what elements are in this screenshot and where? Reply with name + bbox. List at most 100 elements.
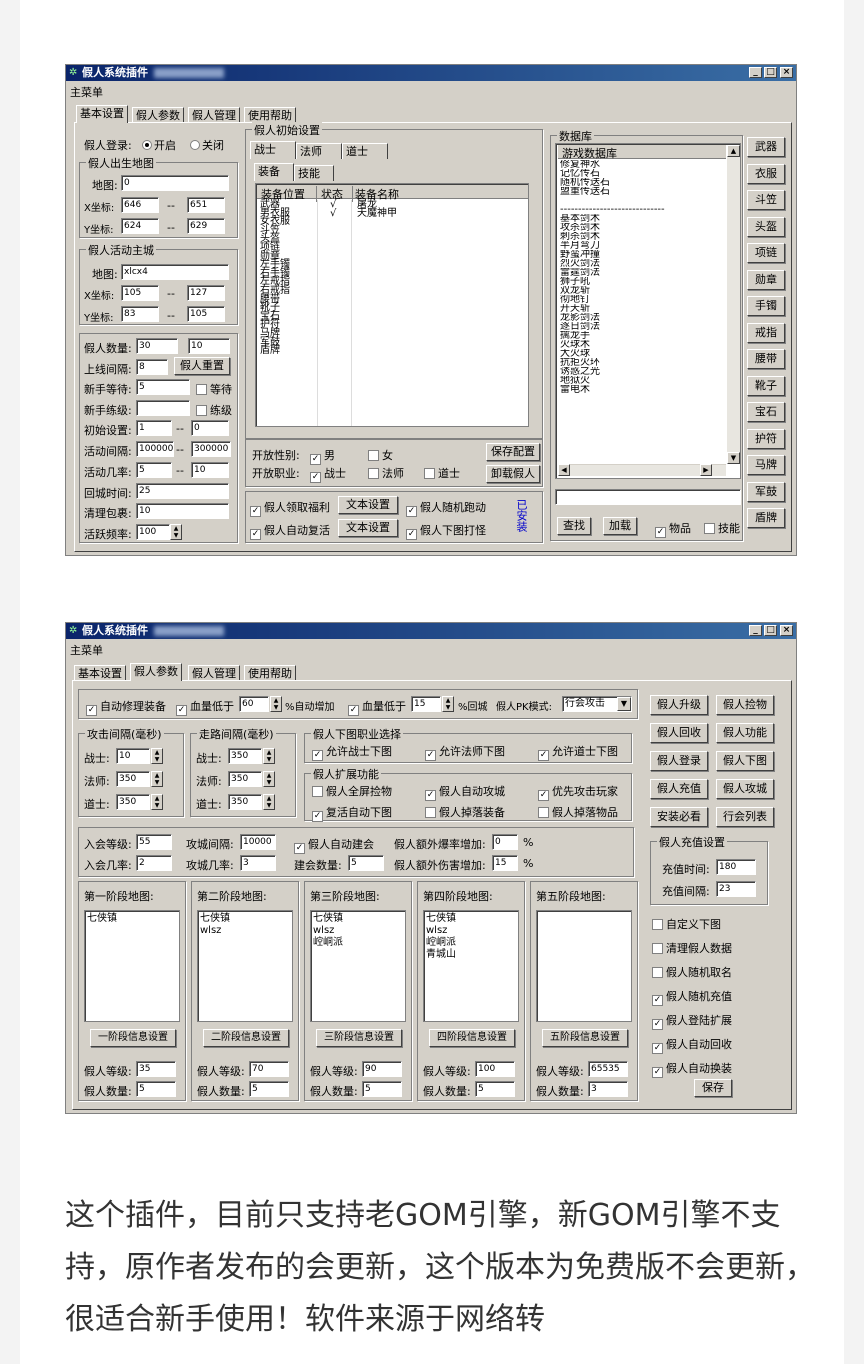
minimize-button-2[interactable]: _ [749,625,762,636]
equip-button[interactable]: 项链 [747,243,785,263]
database-item[interactable]: 攻杀剑术 [560,223,724,232]
database-item[interactable]: 抗拒火环 [560,358,724,367]
guild-count-input[interactable]: 5 [348,855,384,871]
close-button[interactable]: × [780,67,793,78]
manage-button[interactable]: 假人功能 [716,723,774,743]
freq-spinner[interactable]: ▲ ▼ [170,524,182,540]
load-button[interactable]: 加载 [603,517,637,535]
database-item[interactable]: 烈火剑法 [560,259,724,268]
count1-input[interactable]: 30 [136,338,178,354]
auto-siege-checkbox[interactable]: ✓ 假人自动攻城 [425,783,505,801]
database-item[interactable]: 野蛮冲撞 [560,250,724,259]
random-run-checkbox[interactable]: ✓ 假人随机跑动 [406,499,486,517]
manage-button[interactable]: 假人下图 [716,751,774,771]
welfare-checkbox[interactable]: ✓ 假人领取福利 [250,499,330,517]
birth-y2-input[interactable]: 629 [187,218,225,234]
manage-button[interactable]: 假人捡物 [716,695,774,715]
siege-rate-input[interactable]: 3 [240,855,276,871]
equip-button[interactable]: 靴子 [747,375,785,396]
clean-input[interactable]: 10 [136,503,229,519]
freq-input[interactable]: 100 [136,524,170,540]
equipment-row[interactable]: 靴子 [260,303,525,313]
database-item[interactable]: 诱惑之光 [560,367,724,376]
walk-mage-input[interactable]: 350 [228,771,262,787]
wait-checkbox[interactable]: 等待 [196,381,232,397]
walk-warrior-input[interactable]: 350 [228,748,262,764]
hp1-input[interactable]: 60 [239,696,269,712]
side-checkbox[interactable]: 假人随机取名 [652,964,732,980]
actrate2-input[interactable]: 10 [191,462,229,478]
dmg-input[interactable]: 15 [492,855,518,871]
equipment-row[interactable]: 宝石 [260,311,525,321]
stage-map-item[interactable]: 青城山 [426,949,516,961]
hp2-spinner[interactable]: ▲ ▼ [442,696,454,712]
recharge-int-input[interactable]: 23 [716,881,756,897]
walk-taoist-spinner[interactable]: ▲ ▼ [263,794,275,810]
stage-map-list[interactable]: 七侠镇 wlsz [197,910,293,1022]
skill-checkbox[interactable]: 技能 [704,520,740,536]
count2-input[interactable]: 10 [188,338,230,354]
database-item[interactable]: 火球术 [560,340,724,349]
manage-button[interactable]: 假人攻城 [716,779,774,799]
job-warrior-checkbox[interactable]: ✓ 战士 [310,465,346,483]
repair-checkbox[interactable]: ✓ 自动修理装备 [86,698,166,716]
text-setting-button-1[interactable]: 文本设置 [338,496,398,514]
revive-down-checkbox[interactable]: ✓ 复活自动下图 [312,804,392,822]
atk-taoist-spinner[interactable]: ▲ ▼ [151,794,163,810]
stage-map-item[interactable]: wlsz [200,925,290,937]
checkbox-box[interactable] [652,967,663,978]
tab-class-taoist[interactable]: 道士 [342,143,388,159]
drop-item-checkbox[interactable]: 假人掉落物品 [538,804,618,820]
save-config-button[interactable]: 保存配置 [486,443,540,461]
init1-input[interactable]: 1 [136,420,172,436]
database-item[interactable]: 修复神水 [560,160,724,169]
recharge-time-input[interactable]: 180 [716,859,756,875]
equipment-row[interactable]: 右戒指 [260,285,525,295]
tab-basic-settings-2[interactable]: 基本设置 [74,665,126,681]
stage-map-item[interactable]: 七侠镇 [313,913,403,925]
equip-button[interactable]: 武器 [747,137,785,157]
stage-map-item[interactable]: 七侠镇 [87,913,177,925]
drop-equip-checkbox[interactable]: 假人掉落装备 [425,804,505,820]
hp1-spinner[interactable]: ▲ ▼ [270,696,282,712]
side-checkbox[interactable]: 自定义下图 [652,916,721,932]
fight-checkbox[interactable]: ✓ 假人下图打怪 [406,522,486,540]
job-mage-checkbox[interactable]: 法师 [368,465,404,481]
stage-count-input[interactable]: 5 [249,1081,289,1097]
female-checkbox[interactable]: 女 [368,447,393,463]
equipment-row[interactable]: 军鼓 [260,337,525,347]
hp-low-checkbox[interactable]: ✓ 血量低于 [176,698,234,716]
stage-map-item[interactable]: 七侠镇 [200,913,290,925]
equipment-row[interactable]: 男衣服 √ 天魔神甲 [260,208,525,218]
find-button[interactable]: 查找 [557,517,591,535]
equipment-row[interactable]: 女衣服 [260,217,525,227]
stage-level-input[interactable]: 90 [362,1061,402,1077]
database-item[interactable]: 记忆传石 [560,169,724,178]
equip-button[interactable]: 勋章 [747,269,785,290]
database-item[interactable]: 大火球 [560,349,724,358]
lvl-checkbox[interactable]: 练级 [196,402,232,418]
equipment-row[interactable]: 斗笠 [260,225,525,235]
checkbox-box[interactable]: ✓ [652,1067,663,1078]
atk-warrior-input[interactable]: 10 [116,748,150,764]
database-item[interactable]: 狮子吼 [560,277,724,286]
equipment-row[interactable]: 右手镯 [260,268,525,278]
hp-low2-checkbox[interactable]: ✓ 血量低于 [348,698,406,716]
tab-dummy-manage-2[interactable]: 假人管理 [188,665,240,681]
stage-map-item[interactable]: wlsz [426,925,516,937]
stage-level-input[interactable]: 70 [249,1061,289,1077]
stage-setting-button[interactable]: 五阶段信息设置 [542,1029,628,1047]
side-checkbox[interactable]: ✓ 假人自动换装 [652,1060,732,1078]
manage-button[interactable]: 假人充值 [650,779,708,799]
database-item[interactable]: 刺杀剑术 [560,232,724,241]
guild-rate-input[interactable]: 2 [136,855,172,871]
equipment-row[interactable]: 盾牌 [260,346,525,356]
allow-warrior-checkbox[interactable]: ✓ 允许战士下图 [312,743,392,761]
stage-map-list[interactable]: 七侠镇 [84,910,180,1022]
item-checkbox[interactable]: ✓ 物品 [655,520,691,538]
equip-button[interactable]: 衣服 [747,163,785,184]
equip-button[interactable]: 头盔 [747,216,785,237]
act2-input[interactable]: 300000 [191,441,231,457]
database-item[interactable] [560,196,724,205]
checkbox-box[interactable] [652,919,663,930]
